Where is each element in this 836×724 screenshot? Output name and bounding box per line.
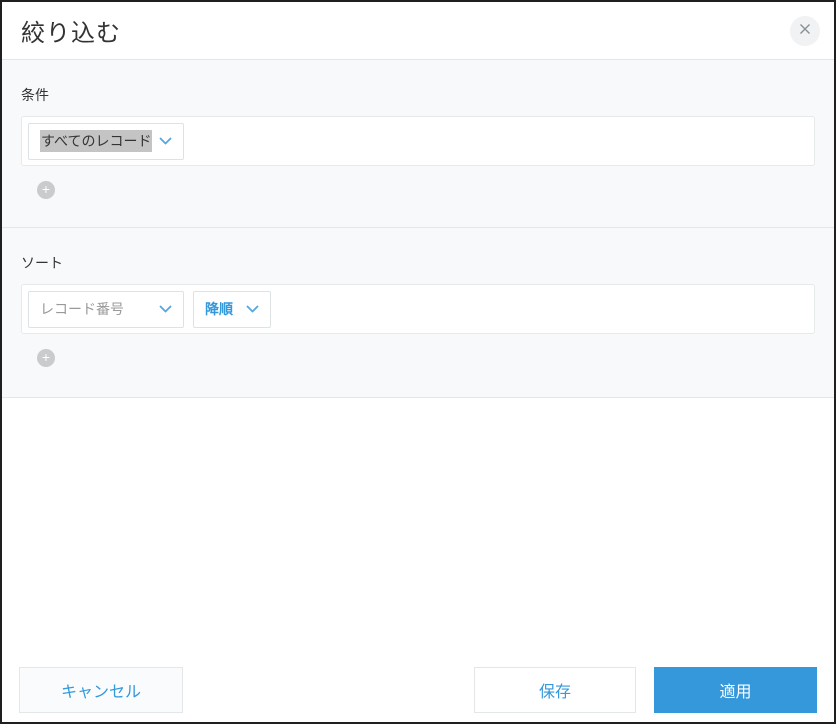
condition-field-value: すべてのレコード [40,130,153,152]
sort-field-dropdown[interactable]: レコード番号 [28,290,184,328]
filter-dialog: 絞り込む 条件 すべてのレコード + ソート レコード番号 降順 + キャンセル… [0,0,836,724]
condition-section-label: 条件 [21,87,49,103]
add-sort-button[interactable]: + [37,349,55,367]
chevron-down-icon [246,301,259,317]
condition-field-dropdown[interactable]: すべてのレコード [28,122,184,160]
condition-section: 条件 すべてのレコード + [2,60,834,228]
chevron-down-icon [159,133,172,149]
sort-section-label: ソート [21,255,63,271]
condition-row: すべてのレコード [21,116,815,166]
footer-right-group: 保存 適用 [474,667,817,713]
chevron-down-icon [159,301,172,317]
close-button[interactable] [790,15,820,46]
add-condition-button[interactable]: + [37,181,55,199]
apply-button[interactable]: 適用 [654,667,817,713]
dialog-header: 絞り込む [2,2,834,60]
sort-row: レコード番号 降順 [21,284,815,334]
sort-section: ソート レコード番号 降順 + [2,228,834,398]
dialog-title: 絞り込む [21,20,121,47]
plus-icon: + [41,181,51,197]
close-icon [799,23,811,38]
dialog-footer: キャンセル 保存 適用 [2,667,834,722]
sort-field-value: レコード番号 [40,301,124,317]
sort-order-value: 降順 [205,301,233,317]
save-button[interactable]: 保存 [474,667,636,713]
sort-order-dropdown[interactable]: 降順 [193,290,271,328]
plus-icon: + [41,349,51,365]
cancel-button[interactable]: キャンセル [19,667,183,713]
